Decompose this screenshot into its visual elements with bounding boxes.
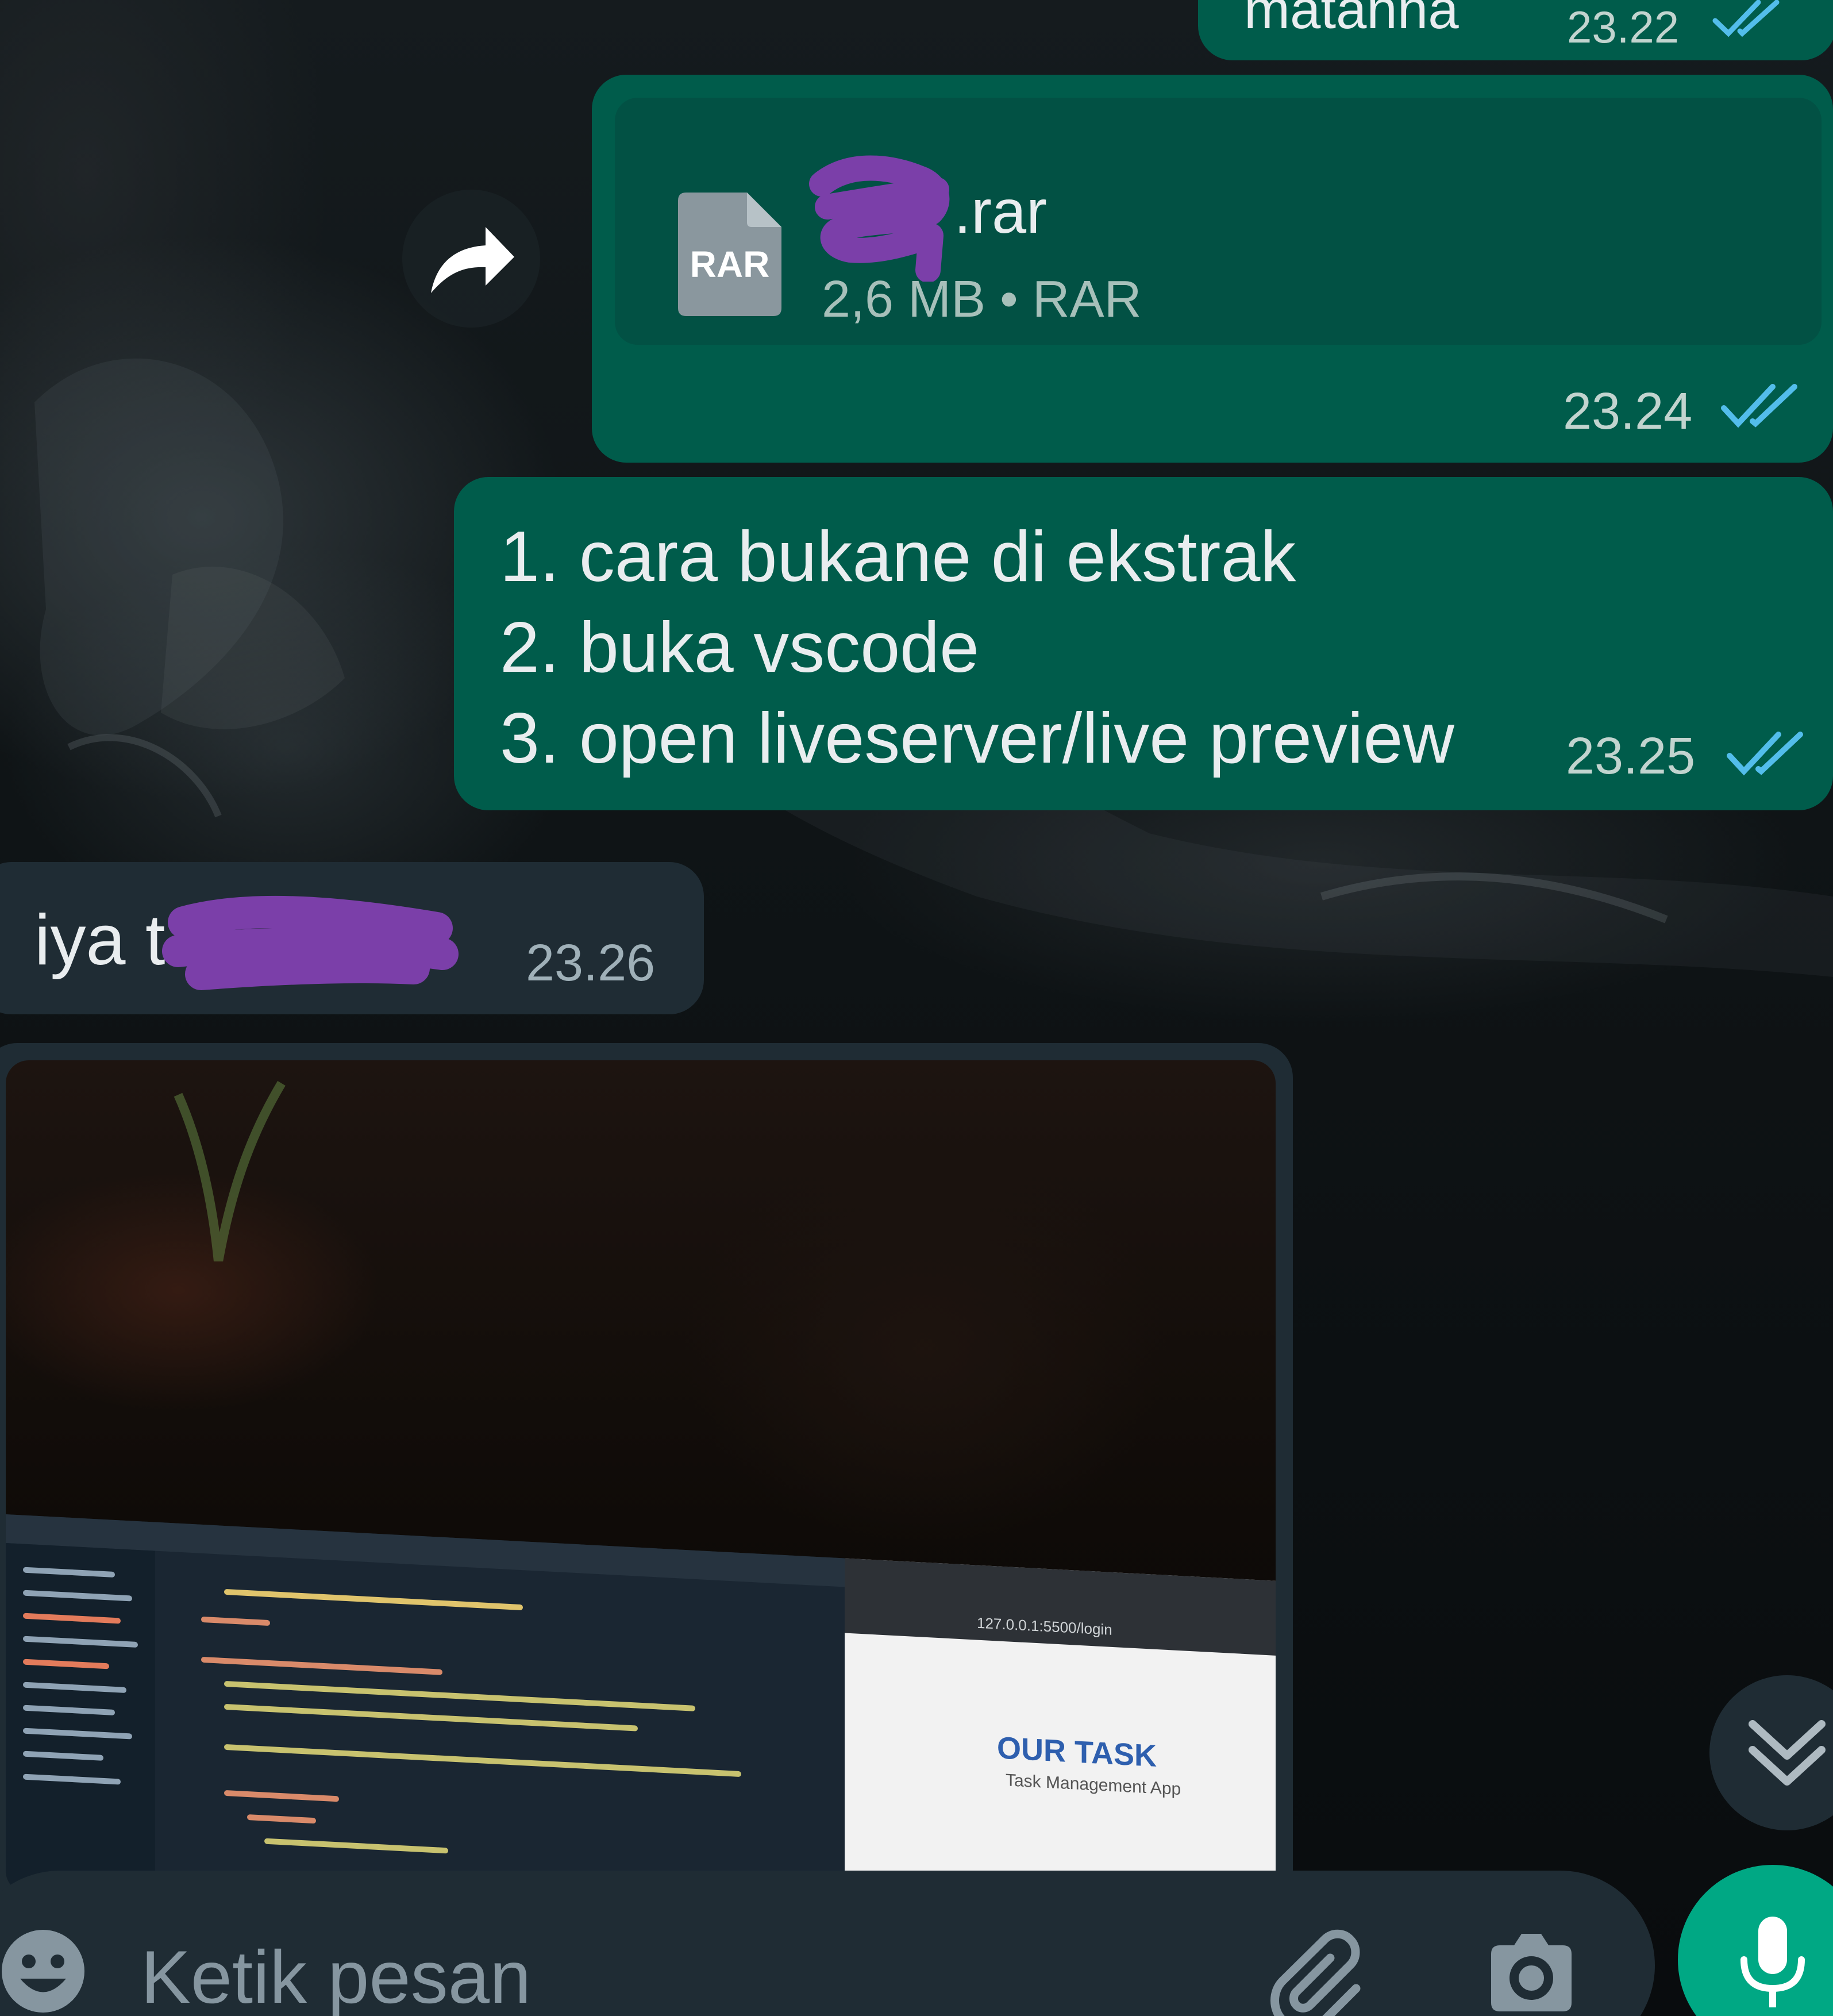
message-input-bar[interactable]: Ketik pesan <box>0 1871 1655 2016</box>
browser-window: 127.0.0.1:5500/login OUR TASK Task Manag… <box>845 1558 1276 1894</box>
file-name: .rar <box>954 176 1047 246</box>
forward-arrow-icon <box>431 227 514 293</box>
microphone-icon <box>1740 1917 1805 2007</box>
laptop-screen: 127.0.0.1:5500/login OUR TASK Task Manag… <box>6 1514 1276 1894</box>
message-text: iya t <box>34 901 165 980</box>
message-time: 23.22 <box>1567 2 1680 52</box>
camera-icon[interactable] <box>1482 1928 1580 2016</box>
message-text: 1. cara bukane di ekstrak 2. buka vscode… <box>500 511 1454 784</box>
message-time: 23.25 <box>1566 728 1696 785</box>
message-line: 3. open liveserver/live preview <box>500 699 1454 778</box>
message-bubble-outgoing[interactable]: 1. cara bukane di ekstrak 2. buka vscode… <box>454 477 1833 810</box>
file-meta: 2,6 MB • RAR <box>822 271 1142 328</box>
message-time: 23.24 <box>1563 383 1693 440</box>
image-message-bubble[interactable]: 127.0.0.1:5500/login OUR TASK Task Manag… <box>0 1043 1293 1905</box>
message-bubble-incoming[interactable]: iya t 23.26 <box>0 862 704 1014</box>
double-check-icon <box>1727 730 1804 782</box>
app-title: OUR TASK <box>997 1730 1157 1773</box>
message-line: 2. buka vscode <box>500 608 980 687</box>
paperclip-icon[interactable] <box>1270 1928 1373 2016</box>
message-input-placeholder[interactable]: Ketik pesan <box>141 1934 531 2016</box>
double-check-icon <box>1712 0 1781 42</box>
redaction-scribble <box>162 895 459 990</box>
emoji-icon[interactable] <box>0 1928 86 2016</box>
message-text: matanna <box>1244 0 1459 40</box>
rar-file-icon: RAR <box>678 193 781 316</box>
browser-toolbar <box>845 1558 1276 1656</box>
app-subtitle: Task Management App <box>1006 1771 1181 1799</box>
chat-screen: matanna 23.22 RAR .rar 2,6 MB • RAR 23.2… <box>0 0 1833 2016</box>
redaction-scribble <box>809 155 950 282</box>
photo-attachment[interactable]: 127.0.0.1:5500/login OUR TASK Task Manag… <box>6 1060 1276 1894</box>
file-type-label: RAR <box>690 244 770 285</box>
message-time: 23.26 <box>526 934 656 992</box>
double-chevron-down-icon <box>1749 1720 1826 1786</box>
forward-button[interactable] <box>402 190 540 328</box>
file-message-bubble[interactable]: RAR .rar 2,6 MB • RAR 23.24 <box>592 75 1833 463</box>
message-line: 1. cara bukane di ekstrak <box>500 517 1296 597</box>
double-check-icon <box>1721 382 1799 434</box>
code-editor-screen <box>6 1514 845 1894</box>
plant-silhouette <box>174 1080 286 1261</box>
message-bubble-outgoing[interactable]: matanna 23.22 <box>1198 0 1833 60</box>
file-attachment[interactable]: RAR .rar 2,6 MB • RAR <box>615 98 1822 345</box>
